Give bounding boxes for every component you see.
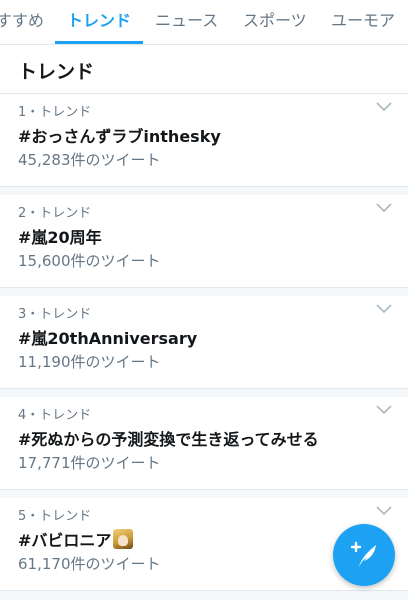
section-header: トレンド — [0, 45, 408, 94]
explore-screen: すすめ トレンド ニュース スポーツ ユーモア トレンド 1・トレンド #おっさ… — [0, 0, 408, 600]
tab-news[interactable]: ニュース — [155, 0, 218, 44]
trend-name: #バビロニア — [18, 531, 112, 550]
trend-item[interactable]: 2・トレンド #嵐20周年 15,600件のツイート — [0, 195, 408, 288]
trend-rank-label: 2・トレンド — [18, 206, 92, 221]
anime-character-emoji-icon — [113, 529, 134, 549]
chevron-down-icon[interactable] — [376, 203, 392, 213]
active-tab-indicator — [55, 41, 143, 44]
trend-list: 1・トレンド #おっさんずラブinthesky 45,283件のツイート 2・ト… — [0, 94, 408, 599]
compose-tweet-icon — [350, 541, 376, 567]
trend-tweet-count: 11,190件のツイート — [18, 353, 161, 371]
trend-tweet-count: 45,283件のツイート — [18, 151, 161, 169]
chevron-down-icon[interactable] — [376, 304, 392, 314]
trend-name: #嵐20周年 — [18, 228, 102, 247]
trend-name: #嵐20thAnniversary — [18, 329, 198, 348]
tab-sports[interactable]: スポーツ — [243, 0, 307, 44]
trend-name: #死ぬからの予測変換で生き返ってみせる — [18, 430, 319, 449]
trend-item[interactable]: 3・トレンド #嵐20thAnniversary 11,190件のツイート — [0, 296, 408, 389]
trend-rank-label: 3・トレンド — [18, 307, 92, 322]
chevron-down-icon[interactable] — [376, 102, 392, 112]
tab-recommended[interactable]: すすめ — [0, 0, 44, 44]
chevron-down-icon[interactable] — [376, 405, 392, 415]
trend-name-row: #バビロニア — [18, 527, 134, 551]
trend-rank-label: 5・トレンド — [18, 509, 92, 524]
section-title: トレンド — [18, 61, 95, 83]
trend-rank-label: 4・トレンド — [18, 408, 92, 423]
compose-tweet-button[interactable] — [333, 524, 395, 586]
tab-humor[interactable]: ユーモア — [331, 0, 395, 44]
trend-rank-label: 1・トレンド — [18, 105, 92, 120]
trend-item[interactable]: 4・トレンド #死ぬからの予測変換で生き返ってみせる 17,771件のツイート — [0, 397, 408, 490]
tab-trends[interactable]: トレンド — [67, 0, 131, 44]
trend-tweet-count: 17,771件のツイート — [18, 454, 161, 472]
explore-tab-bar: すすめ トレンド ニュース スポーツ ユーモア — [0, 0, 408, 45]
trend-name: #おっさんずラブinthesky — [18, 127, 221, 146]
trend-tweet-count: 61,170件のツイート — [18, 555, 161, 573]
chevron-down-icon[interactable] — [376, 506, 392, 516]
trend-tweet-count: 15,600件のツイート — [18, 252, 161, 270]
trend-item[interactable]: 1・トレンド #おっさんずラブinthesky 45,283件のツイート — [0, 94, 408, 187]
